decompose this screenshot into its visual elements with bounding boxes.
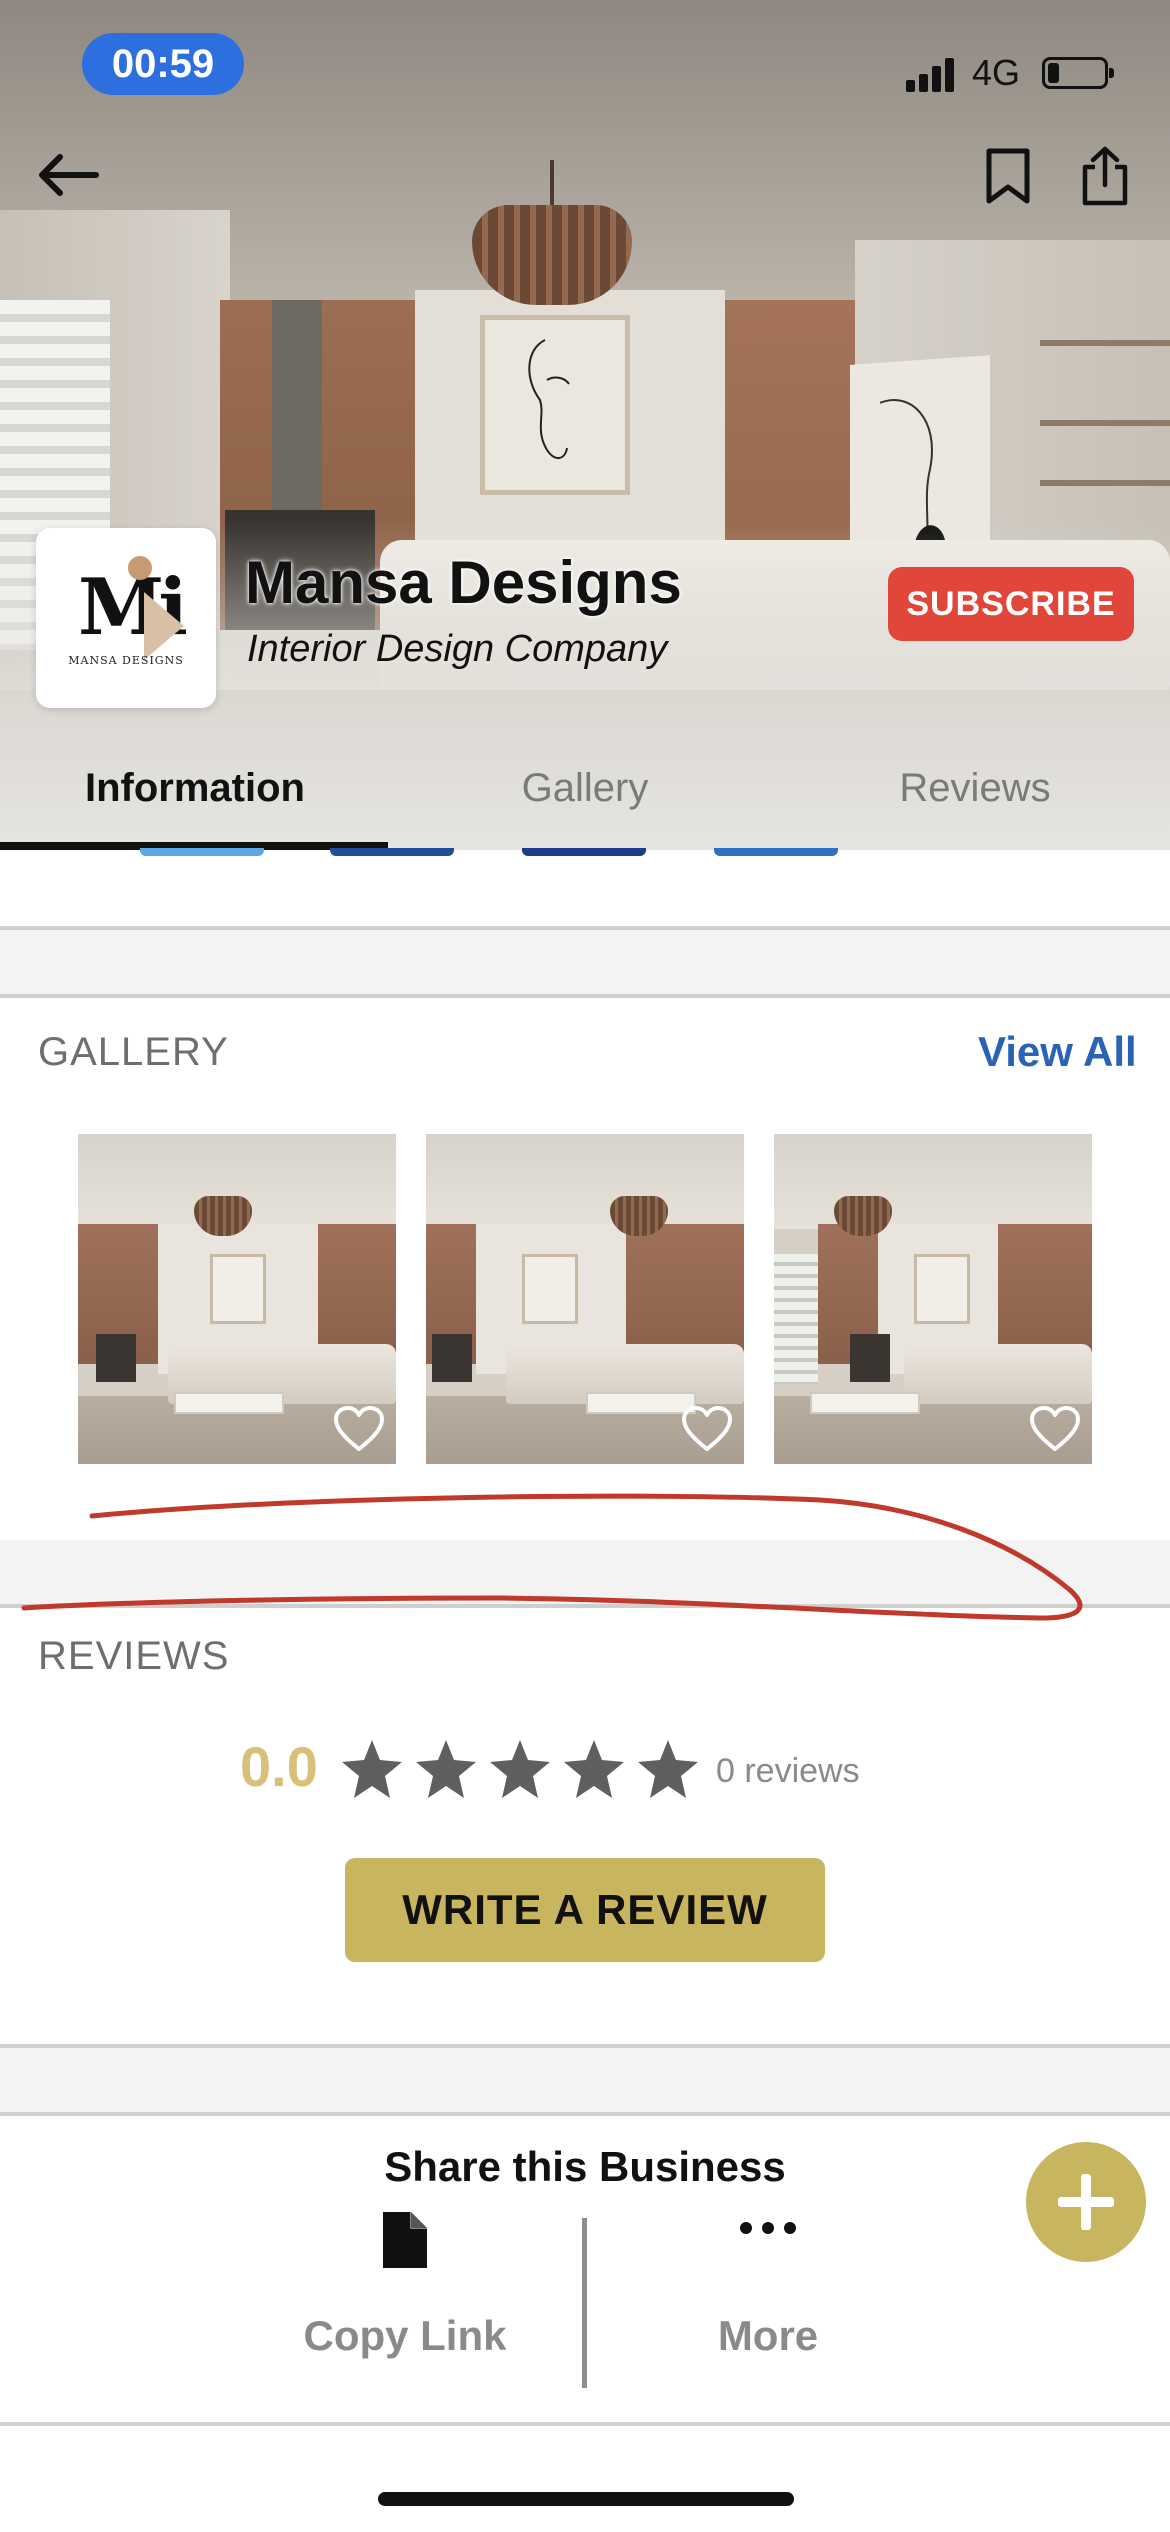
favorite-heart-icon[interactable] — [332, 1404, 386, 1454]
review-count: 0 reviews — [716, 1752, 860, 1790]
business-category: Interior Design Company — [247, 628, 668, 670]
back-arrow-icon — [39, 154, 99, 196]
share-divider — [582, 2218, 587, 2388]
view-all-link[interactable]: View All — [978, 1028, 1137, 1076]
favorite-heart-icon[interactable] — [680, 1404, 734, 1454]
ellipsis-icon — [740, 2222, 796, 2234]
section-divider — [0, 1540, 1170, 1608]
reviews-section-title: REVIEWS — [38, 1634, 230, 1678]
gallery-thumbnail[interactable] — [774, 1134, 1092, 1464]
share-section-title: Share this Business — [384, 2143, 786, 2190]
more-label[interactable]: More — [618, 2312, 918, 2360]
logo-caption: MANSA DESIGNS — [68, 654, 184, 667]
status-time: 00:59 — [82, 33, 244, 95]
business-logo: Mi MANSA DESIGNS — [36, 528, 216, 708]
hero-chimney — [272, 300, 322, 530]
tab-gallery[interactable]: Gallery — [390, 740, 780, 850]
copy-link-button[interactable] — [255, 2208, 555, 2272]
star-icon — [564, 1740, 624, 1798]
home-indicator[interactable] — [378, 2492, 794, 2506]
battery-icon — [1042, 57, 1114, 89]
hero-pendant-lamp — [472, 205, 632, 305]
back-button[interactable] — [28, 142, 108, 208]
gallery-section-title: GALLERY — [38, 1030, 229, 1074]
star-icon — [342, 1740, 402, 1798]
favorite-heart-icon[interactable] — [1028, 1404, 1082, 1454]
add-fab-button[interactable] — [1026, 2142, 1146, 2262]
hero-face-artwork — [480, 315, 630, 495]
star-icon — [416, 1740, 476, 1798]
hero-cover-image — [0, 0, 1170, 850]
section-divider — [0, 2044, 1170, 2116]
social-button-peek[interactable] — [522, 848, 646, 856]
subscribe-button[interactable]: SUBSCRIBE — [888, 567, 1134, 641]
share-icon — [1082, 146, 1128, 206]
tab-reviews[interactable]: Reviews — [780, 740, 1170, 850]
write-review-button[interactable]: WRITE A REVIEW — [345, 1858, 825, 1962]
document-icon — [383, 2212, 427, 2268]
section-divider — [0, 926, 1170, 998]
battery-level — [1048, 63, 1059, 83]
social-button-peek[interactable] — [330, 848, 454, 856]
tab-bar: Information Gallery Reviews — [0, 740, 1170, 850]
gallery-thumbnail[interactable] — [78, 1134, 396, 1464]
star-icon — [638, 1740, 698, 1798]
gallery-thumbnail[interactable] — [426, 1134, 744, 1464]
tab-information[interactable]: Information — [0, 740, 390, 850]
share-button[interactable] — [1070, 138, 1140, 214]
star-icon — [490, 1740, 550, 1798]
bookmark-button[interactable] — [975, 140, 1041, 212]
bottom-divider — [0, 2422, 1170, 2426]
business-name: Mansa Designs — [245, 549, 682, 616]
hero-shelf — [1040, 340, 1170, 346]
copy-link-label[interactable]: Copy Link — [255, 2312, 555, 2360]
rating-value: 0.0 — [240, 1735, 318, 1798]
hero-lamp-cord — [550, 160, 554, 210]
network-type: 4G — [972, 52, 1021, 93]
social-button-peek[interactable] — [714, 848, 838, 856]
bookmark-icon — [986, 148, 1030, 204]
more-share-button[interactable] — [618, 2208, 918, 2248]
social-button-peek[interactable] — [140, 848, 264, 856]
